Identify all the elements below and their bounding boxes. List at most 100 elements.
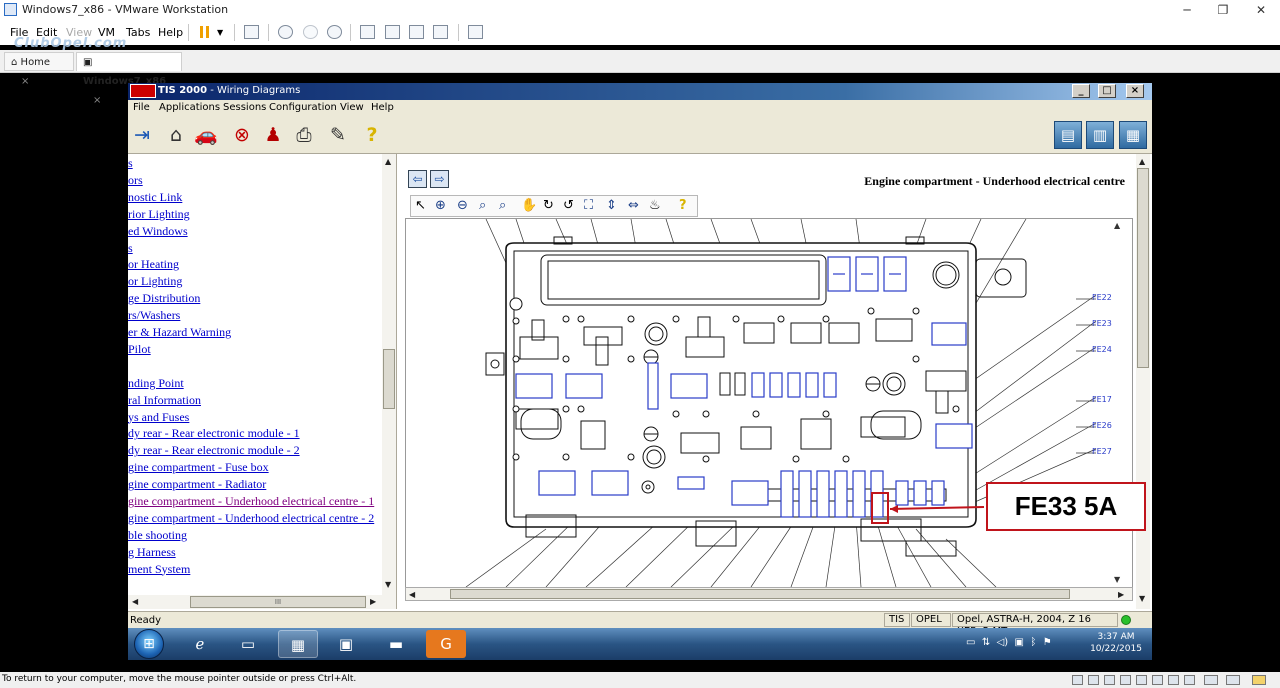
- tree-link[interactable]: nding Point: [128, 376, 184, 391]
- tree-link[interactable]: dy rear - Rear electronic module - 2: [128, 443, 300, 458]
- pane-scroll-thumb[interactable]: [1137, 168, 1149, 368]
- zoom-out-icon[interactable]: ⊖: [457, 198, 468, 213]
- diagram-hscroll-thumb[interactable]: [450, 589, 1070, 599]
- rotate-right-icon[interactable]: ↻: [543, 198, 554, 213]
- library-icon[interactable]: [360, 25, 375, 39]
- tree-link[interactable]: g Harness: [128, 545, 176, 560]
- zoom-in-icon[interactable]: ⊕: [435, 198, 446, 213]
- back-arrow-icon[interactable]: ⇦: [408, 170, 427, 188]
- person-icon[interactable]: ♟: [261, 123, 285, 147]
- scroll-thumb[interactable]: [383, 349, 395, 409]
- tree-link[interactable]: gine compartment - Fuse box: [128, 460, 269, 475]
- pointer-icon[interactable]: ↖: [415, 198, 426, 213]
- fit-width-icon[interactable]: ⇔: [628, 198, 639, 213]
- tree-link[interactable]: ge Distribution: [128, 291, 200, 306]
- tree-link[interactable]: gine compartment - Radiator: [128, 477, 266, 492]
- tree-link[interactable]: or Lighting: [128, 274, 182, 289]
- minimize-button[interactable]: ─: [1172, 1, 1202, 19]
- chevron-down-icon[interactable]: ▼: [217, 28, 223, 37]
- tis-menu-view[interactable]: View: [340, 102, 364, 113]
- diagram-scroll-left-icon[interactable]: ◀: [409, 590, 415, 599]
- pane-scroll-down-icon[interactable]: ▼: [1139, 594, 1145, 603]
- tree-link[interactable]: dy rear - Rear electronic module - 1: [128, 426, 300, 441]
- pause-icon[interactable]: [200, 26, 212, 38]
- floppy-device-icon[interactable]: [1104, 675, 1115, 685]
- guest-screen[interactable]: TIS 2000 - Wiring Diagrams _ □ × File Ap…: [128, 83, 1152, 660]
- console-view-icon[interactable]: [468, 25, 483, 39]
- tab-home-close-icon[interactable]: ×: [21, 76, 29, 87]
- fit-height-icon[interactable]: ⇕: [606, 198, 617, 213]
- tree-link[interactable]: gine compartment - Underhood electrical …: [128, 511, 374, 526]
- tab-home[interactable]: ⌂ Home ×: [4, 52, 74, 87]
- fit-page-icon[interactable]: ⛶: [584, 198, 593, 213]
- taskbar-clock[interactable]: 3:37 AM 10/22/2015: [1086, 631, 1146, 655]
- flag-icon[interactable]: ⚑: [1043, 637, 1052, 648]
- tis-close-button[interactable]: ×: [1126, 84, 1144, 98]
- tree-link[interactable]: or Heating: [128, 257, 179, 272]
- zoom-icon[interactable]: ⌕: [479, 198, 486, 213]
- tis-menu-applications[interactable]: Applications: [159, 102, 220, 113]
- measure-icon[interactable]: ♨: [649, 198, 661, 213]
- tree-link[interactable]: ble shooting: [128, 528, 187, 543]
- tree-link[interactable]: ors: [128, 173, 143, 188]
- keyboard-icon[interactable]: ▭: [966, 637, 975, 648]
- diagram-help-icon[interactable]: ?: [679, 198, 687, 213]
- revert-snapshot-icon[interactable]: [303, 25, 318, 39]
- wiring-diagram-canvas[interactable]: FE22 FE23 FE24 FE17 FE26 FE27 ▲ ▼: [405, 218, 1133, 588]
- tree-link[interactable]: nostic Link: [128, 190, 182, 205]
- display-icon[interactable]: ▣: [1015, 637, 1024, 648]
- module-button-2[interactable]: ▥: [1086, 121, 1114, 149]
- tree-link[interactable]: s: [128, 241, 133, 256]
- scroll-left-icon[interactable]: ◀: [132, 597, 138, 606]
- display-device-icon[interactable]: [1184, 675, 1195, 685]
- network-tray-icon[interactable]: ⇅: [982, 637, 990, 648]
- fullscreen-icon[interactable]: [409, 25, 424, 39]
- send-ctrl-alt-del-icon[interactable]: [244, 25, 259, 39]
- start-button[interactable]: ⊞: [134, 629, 164, 659]
- network-device-icon[interactable]: [1120, 675, 1131, 685]
- diagram-scroll-up-icon[interactable]: ▲: [1114, 221, 1120, 230]
- diagram-vertical-scrollbar[interactable]: ▲ ▼: [1136, 154, 1150, 609]
- zoom-window-icon[interactable]: ⌕: [499, 198, 506, 213]
- print-icon[interactable]: ⎙: [292, 123, 316, 147]
- tab-windows7-close-icon[interactable]: ×: [93, 95, 101, 106]
- pan-hand-icon[interactable]: ✋: [521, 198, 537, 213]
- snapshot-manager-icon[interactable]: [327, 25, 342, 39]
- scroll-right-icon[interactable]: ▶: [370, 597, 376, 606]
- tree-link[interactable]: ys and Fuses: [128, 410, 189, 425]
- menu-tabs[interactable]: Tabs: [126, 26, 150, 39]
- scroll-down-icon[interactable]: ▼: [385, 580, 391, 589]
- pane-scroll-up-icon[interactable]: ▲: [1139, 157, 1145, 166]
- tab-windows7[interactable]: ▣ Windows7_x86 ×: [76, 52, 182, 106]
- rotate-left-icon[interactable]: ↺: [563, 198, 574, 213]
- diagram-scroll-right-icon[interactable]: ▶: [1118, 590, 1124, 599]
- diagram-horizontal-scrollbar[interactable]: ◀ ▶: [405, 587, 1133, 601]
- tree-link[interactable]: er & Hazard Warning: [128, 325, 231, 340]
- tis-menu-help[interactable]: Help: [371, 102, 394, 113]
- tis-menu-file[interactable]: File: [133, 102, 150, 113]
- tree-link[interactable]: rior Lighting: [128, 207, 190, 222]
- thumbnail-bar-icon[interactable]: [385, 25, 400, 39]
- fit-guest-icon[interactable]: [1226, 675, 1240, 685]
- tree-link[interactable]: Pilot: [128, 342, 151, 357]
- tree-horizontal-scrollbar[interactable]: ◀ III ▶: [128, 595, 382, 609]
- tis-maximize-button[interactable]: □: [1098, 84, 1116, 98]
- hscroll-thumb[interactable]: III: [190, 596, 366, 608]
- tis-menu-sessions[interactable]: Sessions: [223, 102, 266, 113]
- exit-icon[interactable]: ⇥: [130, 123, 154, 147]
- usb-device-icon[interactable]: [1136, 675, 1147, 685]
- tree-link[interactable]: ral Information: [128, 393, 201, 408]
- snapshot-icon[interactable]: [278, 25, 293, 39]
- scroll-up-icon[interactable]: ▲: [385, 157, 391, 166]
- forward-arrow-icon[interactable]: ⇨: [430, 170, 449, 188]
- tree-link[interactable]: ment System: [128, 562, 190, 577]
- pdf-icon[interactable]: G: [426, 630, 466, 658]
- ie-icon[interactable]: ℯ: [180, 630, 220, 658]
- tree-link[interactable]: s: [128, 156, 133, 171]
- home-icon[interactable]: ⌂: [164, 123, 188, 147]
- hdd-device-icon[interactable]: [1072, 675, 1083, 685]
- network-icon[interactable]: ▣: [326, 630, 366, 658]
- volume-icon[interactable]: ◁): [997, 637, 1009, 648]
- notes-device-icon[interactable]: [1252, 675, 1266, 685]
- folder-icon[interactable]: ▭: [228, 630, 268, 658]
